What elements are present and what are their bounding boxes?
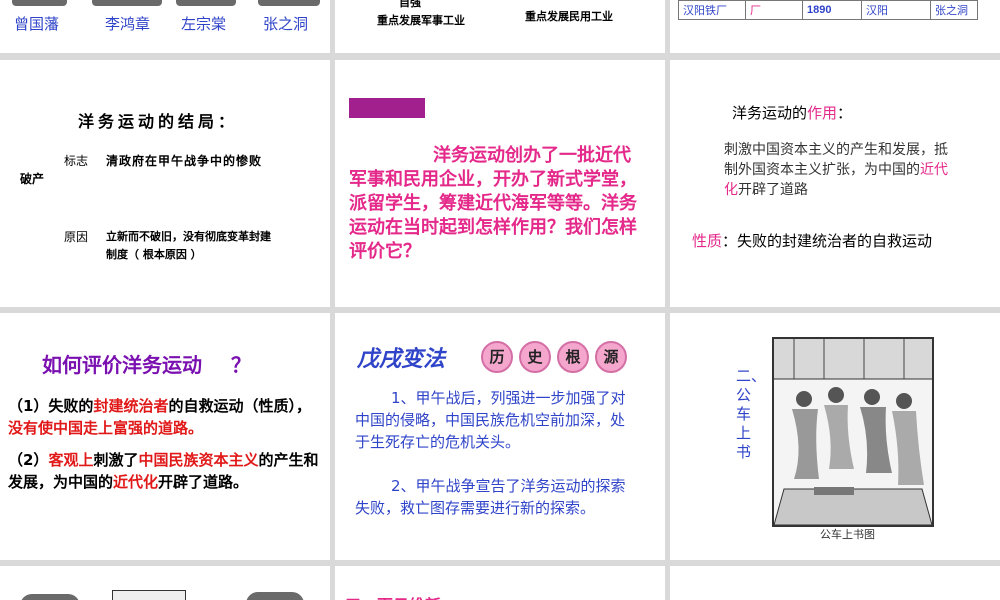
slide-body: 洋务运动创办了一批近代军事和民用企业，开办了新式学堂，派留学生，筹建近代海军等等… xyxy=(349,145,637,262)
nature-label: 性质 xyxy=(692,232,723,250)
name-label: 李鸿章 xyxy=(105,15,151,33)
title-highlight: 作用 xyxy=(807,104,838,122)
body-text-2: 开辟了道路 xyxy=(738,182,808,198)
nature-line: 性质：失败的封建统治者的自救运动 xyxy=(692,230,932,251)
reason-text: 立新而不破旧，没有彻底变革封建 xyxy=(106,230,271,243)
slide-body: 刺激中国资本主义的产生和发展，抵制外国资本主义扩张，为中国的近代化开辟了道路 xyxy=(724,140,954,200)
p1-b: 封建统治者 xyxy=(93,397,169,415)
portrait-image xyxy=(20,594,80,600)
body-text: 刺激中国资本主义的产生和发展，抵制外国资本主义扩张，为中国的 xyxy=(724,142,948,178)
table-cell: 张之洞 xyxy=(930,0,978,20)
portrait-image xyxy=(12,0,67,6)
p1-a: （1）失败的 xyxy=(8,397,94,415)
top-label: 自强 xyxy=(399,0,421,9)
reason-label: 原因 xyxy=(64,230,89,244)
table-cell: 汉阳铁厂 xyxy=(678,0,746,20)
point-2: （2）客观上刺激了中国民族资本主义的产生和发展，为中国的近代化开辟了道路。 xyxy=(8,449,324,493)
slide-9[interactable]: 二、公车上书 公车上书图 xyxy=(670,313,1000,560)
slide-12[interactable] xyxy=(670,566,1000,600)
name-label: 张之洞 xyxy=(263,15,309,33)
accent-bar xyxy=(349,98,425,118)
table-row: 汉阳铁厂 厂 1890 汉阳 张之洞 xyxy=(678,0,978,20)
portrait-image xyxy=(258,0,320,6)
slide-title: 洋务运动的作用： xyxy=(732,102,852,123)
illustration-image xyxy=(772,337,934,527)
portrait-image xyxy=(246,592,304,600)
slide-title: 戊戌变法 xyxy=(357,347,446,372)
slide-7[interactable]: 如何评价洋务运动 ？ （1）失败的封建统治者的自救运动（性质）， 没有使中国走上富… xyxy=(0,313,330,560)
sign-tail: 破产 xyxy=(20,172,45,186)
slide-heading: 三、百日维新 xyxy=(345,592,441,600)
point-1: （1）失败的封建统治者的自救运动（性质）， 没有使中国走上富强的道路。 xyxy=(8,395,324,439)
slide-title: 如何评价洋务运动 ？ xyxy=(42,349,251,378)
portrait-image xyxy=(92,0,162,6)
badge: 历 xyxy=(481,341,513,373)
p1-d: 没有使中国走上富强的道路。 xyxy=(8,419,204,437)
name-label: 左宗棠 xyxy=(181,15,227,33)
p2-b: 客观上 xyxy=(48,451,94,469)
illustration-image xyxy=(112,590,186,600)
left-label: 重点发展军事工业 xyxy=(377,14,465,27)
badge: 史 xyxy=(519,341,551,373)
vertical-heading: 二、公车上书 xyxy=(736,367,767,461)
slide-6[interactable]: 洋务运动的作用： 刺激中国资本主义的产生和发展，抵制外国资本主义扩张，为中国的近… xyxy=(670,60,1000,307)
sign-text: 清政府在甲午战争中的惨败 xyxy=(106,154,263,168)
slide-8[interactable]: 戊戌变法 历史根源 1、甲午战后，列强进一步加强了对中国的侵略，中国民族危机空前… xyxy=(335,313,665,560)
slide-2[interactable]: 自强 重点发展军事工业 重点发展民用工业 xyxy=(335,0,665,53)
p2-a: （2） xyxy=(8,451,49,469)
slide-11[interactable]: 三、百日维新 xyxy=(335,566,665,600)
table-cell: 汉阳 xyxy=(861,0,931,20)
p1-c: 的自救运动（性质）， xyxy=(168,397,311,415)
badge: 根 xyxy=(557,341,589,373)
p2-g: 开辟了道路。 xyxy=(158,473,249,491)
paragraph-2: 2、甲午战争宣告了洋务运动的探索失败，救亡图存需要进行新的探索。 xyxy=(355,477,626,517)
nature-text: ：失败的封建统治者的自救运动 xyxy=(722,232,933,250)
slide-title: 洋务运动的结局： xyxy=(78,112,239,131)
title-colon: ： xyxy=(837,104,853,122)
name-label: 曾国藩 xyxy=(14,15,60,33)
p2-f: 近代化 xyxy=(113,473,159,491)
image-caption: 公车上书图 xyxy=(820,528,875,541)
badge: 源 xyxy=(595,341,627,373)
reason-text-2: 制度（ 根本原因 ） xyxy=(106,248,202,261)
slide-5[interactable]: 洋务运动创办了一批近代军事和民用企业，开办了新式学堂，派留学生，筹建近代海军等等… xyxy=(335,60,665,307)
slide-3[interactable]: 汉阳铁厂 厂 1890 汉阳 张之洞 xyxy=(670,0,1000,53)
table-cell: 厂 xyxy=(745,0,803,20)
slide-1[interactable]: 曾国藩 李鸿章 左宗棠 张之洞 xyxy=(0,0,330,53)
title-text: 如何评价洋务运动 xyxy=(42,353,202,377)
paragraph-1: 1、甲午战后，列强进一步加强了对中国的侵略，中国民族危机空前加深，处于生死存亡的… xyxy=(355,389,626,451)
portrait-image xyxy=(176,0,236,6)
title-text: 洋务运动的 xyxy=(732,104,808,122)
slide-4[interactable]: 洋务运动的结局： 标志 清政府在甲午战争中的惨败 破产 原因 立新而不破旧，没有… xyxy=(0,60,330,307)
right-label: 重点发展民用工业 xyxy=(525,10,613,23)
table-cell: 1890 xyxy=(802,0,862,20)
factory-table: 汉阳铁厂 厂 1890 汉阳 张之洞 xyxy=(678,0,978,20)
title-qmark: ？ xyxy=(230,353,251,377)
slide-10[interactable] xyxy=(0,566,330,600)
p2-d: 中国民族资本主义 xyxy=(138,451,259,469)
p2-c: 刺激了 xyxy=(93,451,139,469)
badge-group: 历史根源 xyxy=(481,341,633,373)
illustration-svg xyxy=(773,339,933,526)
sign-label: 标志 xyxy=(64,154,89,168)
